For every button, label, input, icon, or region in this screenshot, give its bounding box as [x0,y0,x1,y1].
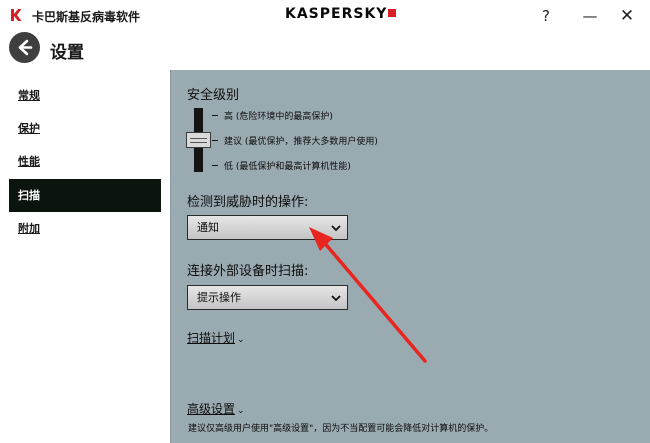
level-tick-high [212,115,218,116]
kaspersky-logo-icon [11,9,22,21]
app-title: 卡巴斯基反病毒软件 [32,10,141,24]
threat-action-value: 通知 [197,221,219,234]
sidebar-item-protection[interactable]: 保护 [9,112,161,145]
threat-action-label: 检测到威胁时的操作: [187,195,309,210]
level-tick-low [212,165,218,166]
chevron-down-icon: ⌄ [237,406,245,416]
brand-text: KASPERSKY [285,6,388,22]
sidebar-item-scan[interactable]: 扫描 [9,179,161,212]
chevron-down-icon: ⌄ [237,335,245,345]
advanced-settings-link-label: 高级设置 [187,402,236,416]
close-button[interactable]: ✕ [612,4,642,28]
security-level-title: 安全级别 [187,88,240,103]
scan-settings-panel: 安全级别 高 (危险环境中的最高保护) 建议 (最优保护，推荐大多数用户使用) … [170,70,650,443]
brand-logo: KASPERSKY [285,6,397,22]
chevron-down-icon [331,295,341,302]
page-header: 设置 [0,30,650,70]
back-button[interactable] [9,32,40,63]
sidebar-item-general[interactable]: 常规 [9,79,161,112]
scan-schedule-link-label: 扫描计划 [187,331,236,345]
back-arrow-icon [18,39,33,56]
level-label-low: 低 (最低保护和最高计算机性能) [224,162,351,172]
external-device-label: 连接外部设备时扫描: [187,264,309,279]
minimize-button[interactable]: — [575,4,605,28]
external-device-value: 提示操作 [197,291,241,304]
help-button[interactable]: ? [531,4,561,28]
settings-sidebar: 常规 保护 性能 扫描 附加 [0,70,170,443]
sidebar-item-performance[interactable]: 性能 [9,145,161,178]
external-device-dropdown[interactable]: 提示操作 [187,285,348,310]
scan-schedule-link[interactable]: 扫描计划 ⌄ [187,329,245,346]
level-label-recommended: 建议 (最优保护，推荐大多数用户使用) [224,137,378,147]
advanced-settings-link[interactable]: 高级设置 ⌄ [187,400,245,417]
brand-mark-icon [388,9,397,17]
page-title: 设置 [50,43,84,63]
threat-action-dropdown[interactable]: 通知 [187,215,348,240]
sidebar-item-additional[interactable]: 附加 [9,212,161,245]
security-level-slider-thumb[interactable] [186,132,211,148]
level-label-high: 高 (危险环境中的最高保护) [224,112,333,122]
advanced-settings-hint: 建议仅高级用户使用"高级设置"，因为不当配置可能会降低对计算机的保护。 [188,424,494,434]
chevron-down-icon [331,225,341,232]
level-tick-recommended [212,140,218,141]
title-bar: 卡巴斯基反病毒软件 KASPERSKY ? — ✕ [0,0,650,30]
